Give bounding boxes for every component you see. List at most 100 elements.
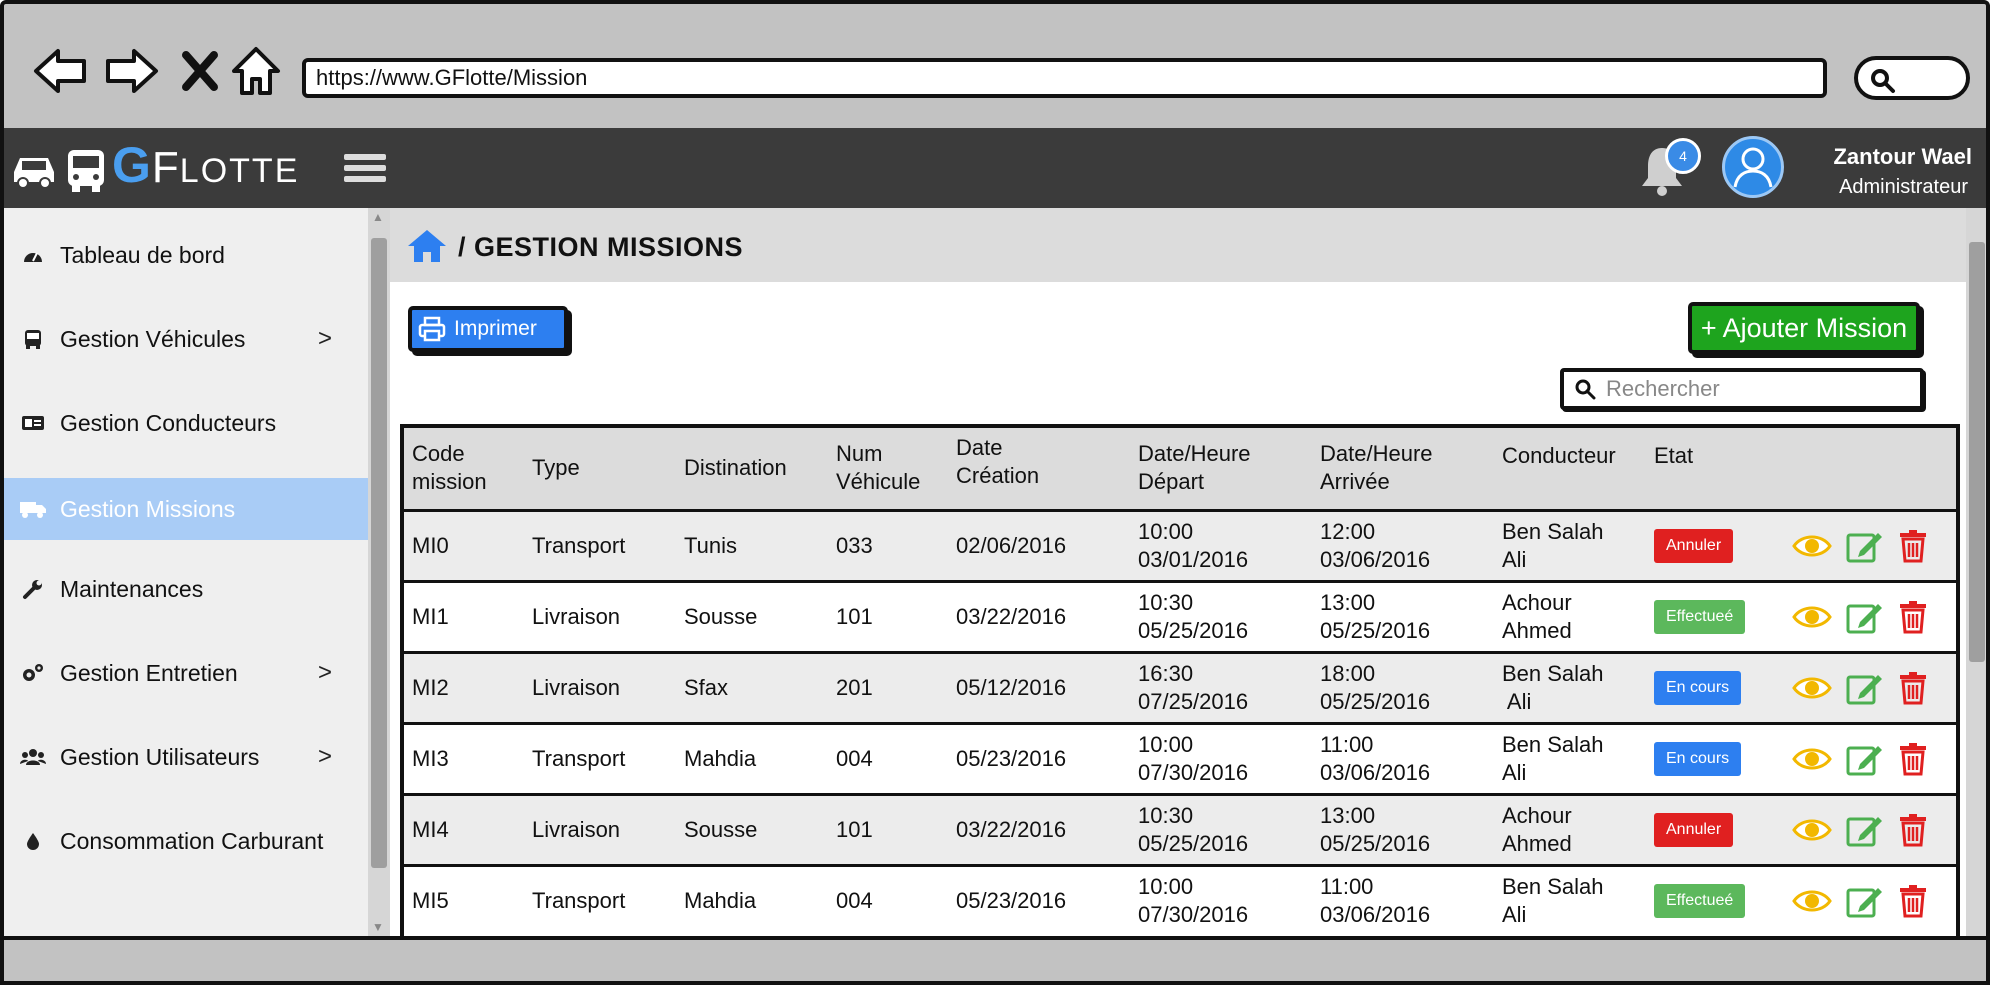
main-scrollbar[interactable] (1966, 208, 1988, 936)
trash-icon[interactable] (1898, 884, 1928, 918)
table-row[interactable]: MI5 Transport Mahdia 004 05/23/2016 10:00 07/3… (404, 865, 1956, 936)
table-row[interactable]: MI0 Transport Tunis 033 02/06/2016 10:00 03/01… (404, 510, 1956, 581)
column-header-arrival[interactable]: Date/Heure Arrivée (1312, 428, 1494, 510)
column-header-departure[interactable]: Date/Heure Départ (1130, 428, 1312, 510)
main-content: / GESTION MISSIONS Imprimer + Ajouter Mi… (390, 208, 1966, 936)
eye-icon[interactable] (1792, 532, 1832, 560)
cell-created: 02/06/2016 (956, 532, 1067, 558)
browser-search-button[interactable] (1854, 56, 1970, 100)
cell-driver: Ben Salah Ali (1502, 731, 1604, 785)
breadcrumb-separator: / (458, 232, 467, 262)
forward-button[interactable] (102, 42, 162, 100)
avatar[interactable] (1722, 136, 1784, 198)
print-button[interactable]: Imprimer (408, 306, 568, 352)
trash-icon[interactable] (1898, 742, 1928, 776)
edit-icon[interactable] (1846, 884, 1884, 918)
sidebar-item-gestion-vehicules[interactable]: Gestion Véhicules > (0, 308, 368, 370)
edit-icon[interactable] (1846, 600, 1884, 634)
home-icon (232, 47, 280, 95)
fuel-drop-icon (18, 831, 48, 851)
cell-actions (1784, 794, 1956, 865)
status-bar (0, 936, 1990, 985)
cell-code: MI5 (412, 888, 449, 914)
cell-departure: 10:00 03/01/2016 (1138, 518, 1249, 572)
trash-icon[interactable] (1898, 813, 1928, 847)
status-badge: En cours (1654, 670, 1742, 705)
sidebar-item-consommation-carburant[interactable]: Consommation Carburant (0, 810, 368, 872)
column-header-destination[interactable]: Distination (676, 428, 828, 510)
sidebar-item-maintenances[interactable]: Maintenances (0, 558, 368, 620)
column-header-driver[interactable]: Conducteur (1494, 428, 1646, 510)
column-header-status[interactable]: Etat (1646, 428, 1784, 510)
eye-icon[interactable] (1792, 816, 1832, 844)
eye-icon[interactable] (1792, 745, 1832, 773)
sidebar-item-gestion-entretien[interactable]: Gestion Entretien > (0, 642, 368, 704)
sidebar-item-tableau-de-bord[interactable]: Tableau de bord (0, 224, 368, 286)
scroll-down-icon[interactable]: ▼ (372, 920, 384, 934)
trash-icon[interactable] (1898, 600, 1928, 634)
window-frame (1986, 128, 1990, 936)
sidebar-item-label: Gestion Missions (60, 495, 236, 522)
cell-destination: Mahdia (684, 888, 757, 914)
edit-icon[interactable] (1846, 671, 1884, 705)
cell-actions (1784, 723, 1956, 794)
trash-icon[interactable] (1898, 671, 1928, 705)
edit-icon[interactable] (1846, 742, 1884, 776)
add-mission-button[interactable]: + Ajouter Mission (1688, 302, 1920, 354)
cell-driver: Ben Salah Ali (1502, 518, 1604, 572)
arrow-left-icon (34, 49, 86, 93)
close-icon (182, 51, 218, 91)
brand-name: GFLOTTE (112, 136, 299, 194)
trash-icon[interactable] (1898, 529, 1928, 563)
cell-created: 03/22/2016 (956, 816, 1067, 842)
column-header-created[interactable]: Date Création (948, 428, 1130, 510)
sidebar-item-gestion-utilisateurs[interactable]: Gestion Utilisateurs > (0, 726, 368, 788)
url-field[interactable]: https://www.GFlotte/Mission (302, 58, 1827, 98)
print-button-label: Imprimer (454, 317, 537, 340)
missions-table: Code mission Type Distination Num Véhicule… (400, 424, 1960, 936)
eye-icon[interactable] (1792, 674, 1832, 702)
eye-icon[interactable] (1792, 887, 1832, 915)
cell-departure: 10:30 05/25/2016 (1138, 802, 1249, 856)
cell-destination: Sousse (684, 603, 758, 629)
sidebar-item-label: Gestion Utilisateurs (60, 743, 260, 770)
sidebar-item-gestion-missions[interactable]: Gestion Missions (0, 478, 368, 540)
cell-vehicle: 101 (836, 603, 873, 629)
sidebar-scrollbar[interactable]: ▲ ▼ (368, 208, 390, 936)
home-button[interactable] (226, 42, 286, 100)
home-icon[interactable] (406, 228, 448, 269)
cell-type: Livraison (532, 816, 621, 842)
column-header-vehicle[interactable]: Num Véhicule (828, 428, 948, 510)
search-field[interactable] (1560, 368, 1924, 410)
table-row[interactable]: MI3 Transport Mahdia 004 05/23/2016 10:00 07/3… (404, 723, 1956, 794)
cell-created: 05/23/2016 (956, 745, 1067, 771)
table-row[interactable]: MI2 Livraison Sfax 201 05/12/2016 16:30 07/25/… (404, 652, 1956, 723)
scrollbar-thumb[interactable] (1969, 242, 1985, 662)
sidebar-item-gestion-conducteurs[interactable]: Gestion Conducteurs (0, 392, 368, 454)
table-row[interactable]: MI4 Livraison Sousse 101 03/22/2016 10:30 05/2… (404, 794, 1956, 865)
truck-icon (18, 499, 48, 519)
wrench-icon (18, 578, 48, 600)
back-button[interactable] (30, 42, 90, 100)
cell-departure: 10:00 07/30/2016 (1138, 731, 1249, 785)
table-row[interactable]: MI1 Livraison Sousse 101 03/22/2016 10:30 05/2… (404, 581, 1956, 652)
column-header-type[interactable]: Type (524, 428, 676, 510)
scrollbar-thumb[interactable] (371, 238, 387, 868)
edit-icon[interactable] (1846, 529, 1884, 563)
edit-icon[interactable] (1846, 813, 1884, 847)
status-badge: Effectueé (1654, 884, 1746, 919)
stop-button[interactable] (170, 42, 230, 100)
cell-destination: Mahdia (684, 745, 757, 771)
app-header: GFLOTTE 4 Zantour Wael Administrateur (0, 128, 1990, 208)
column-header-code[interactable]: Code mission (404, 428, 524, 510)
cell-type: Livraison (532, 674, 621, 700)
notification-badge: 4 (1665, 138, 1701, 174)
chevron-right-icon: > (318, 325, 333, 352)
cell-destination: Sousse (684, 816, 758, 842)
eye-icon[interactable] (1792, 603, 1832, 631)
table-header-row: Code mission Type Distination Num Véhicule… (404, 428, 1956, 510)
cell-created: 03/22/2016 (956, 603, 1067, 629)
search-input[interactable] (1606, 376, 1906, 402)
scroll-up-icon[interactable]: ▲ (372, 210, 384, 224)
menu-toggle-button[interactable] (344, 154, 386, 186)
